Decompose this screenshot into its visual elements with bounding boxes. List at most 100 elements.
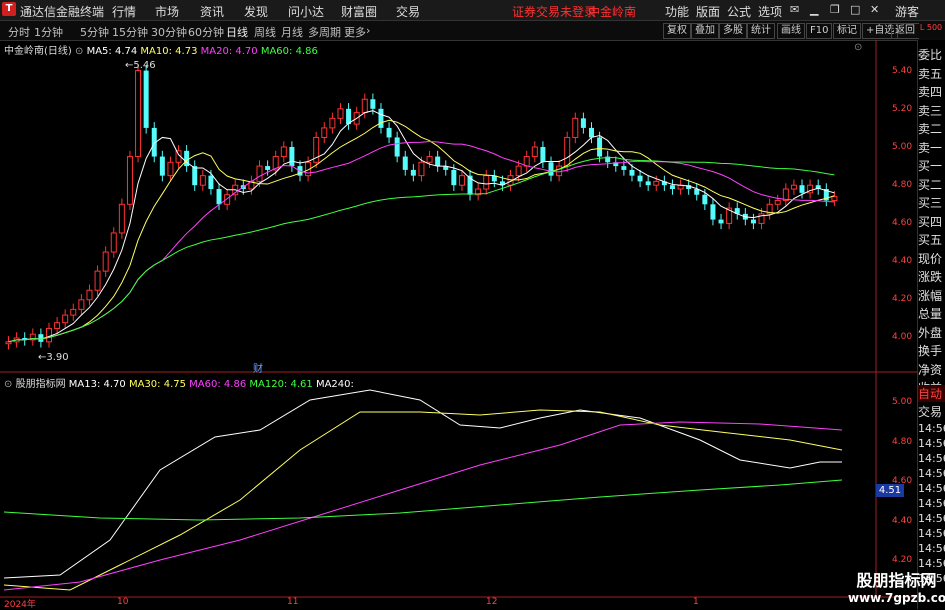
candle-body <box>410 169 416 176</box>
candle-body <box>280 146 287 158</box>
candle-body <box>78 299 85 310</box>
watermark: 股朋指标网 www.7gpzb.com <box>848 567 945 609</box>
quote-label-8: 买三 <box>918 196 943 210</box>
candle-body <box>426 156 433 163</box>
finance-marker[interactable]: 财 <box>253 360 263 375</box>
quote-label-10: 买五 <box>918 233 943 247</box>
candle-body <box>669 185 675 190</box>
candle-body <box>629 169 635 176</box>
candle-body <box>5 341 12 345</box>
candle-body <box>831 196 838 201</box>
date-dec: 12 <box>486 597 498 607</box>
candle-body <box>451 169 457 186</box>
candle-body <box>458 175 465 186</box>
candle-body <box>62 314 69 324</box>
candle-body <box>394 137 400 157</box>
chart-area[interactable] <box>0 0 945 609</box>
quote-label-15: 外盘 <box>918 325 943 340</box>
candle-body <box>402 156 408 170</box>
candle-body <box>38 334 44 342</box>
candlesticks <box>5 64 838 350</box>
y-tick-540: 5.40 <box>892 66 913 76</box>
candle-body <box>435 156 441 167</box>
high-price-label: ←5.46 <box>125 60 156 71</box>
candle-body <box>321 127 328 138</box>
expand-icon[interactable]: ⊙ <box>854 42 862 53</box>
candle-body <box>370 99 376 109</box>
trade-time-6: 14:56 <box>918 512 945 525</box>
candle-body <box>70 308 77 316</box>
candle-body <box>556 165 563 177</box>
trade-time-5: 14:56 <box>918 497 945 510</box>
candle-body <box>580 118 586 128</box>
quote-label-5: 卖一 <box>918 140 943 155</box>
candle-body <box>135 70 142 158</box>
quote-label-16: 换手 <box>918 344 943 358</box>
date-jan: 1 <box>693 597 699 607</box>
quote-label-0: 委比 <box>918 48 943 62</box>
candle-body <box>167 161 174 177</box>
candle-body <box>361 98 368 114</box>
candle-body <box>597 137 603 157</box>
date-2024: 2024年 <box>4 600 36 610</box>
candle-body <box>329 117 336 129</box>
trade-time-2: 14:56 <box>918 452 945 465</box>
quote-label-3: 卖三 <box>918 103 943 118</box>
quote-label-6: 买一 <box>918 159 943 173</box>
quote-label-2: 卖四 <box>918 85 943 99</box>
trade-time-0: 14:56 <box>918 422 945 435</box>
candle-body <box>86 289 93 301</box>
ma5-line <box>8 110 835 343</box>
candle-body <box>378 108 384 128</box>
sub-ma60-label: MA60: 4.86 <box>189 379 247 390</box>
quote-label-17: 净资 <box>918 362 943 377</box>
candle-body <box>216 189 222 205</box>
candle-body <box>564 136 571 167</box>
moving-average-lines <box>8 110 835 343</box>
y-tick-520: 5.20 <box>892 104 913 114</box>
sub-line-1 <box>3 409 843 591</box>
ma30-label: MA30: 4.75 <box>128 379 186 390</box>
candle-body <box>110 232 117 253</box>
sub-line-3 <box>3 479 843 521</box>
candle-body <box>256 165 263 182</box>
sub-chart-header: ⊙ 股朋指标网 MA13: 4.70 MA30: 4.75 MA60: 4.86… <box>4 375 354 390</box>
sub-y-tick-420: 4.20 <box>892 555 913 565</box>
candle-body <box>799 185 805 193</box>
candle-body <box>418 161 425 177</box>
candle-body <box>531 146 538 158</box>
candle-body <box>289 147 295 167</box>
candle-body <box>337 108 344 119</box>
low-price-label: ←3.90 <box>38 352 69 363</box>
candle-body <box>118 203 125 234</box>
candle-body <box>572 117 579 138</box>
scale-badge[interactable]: L 500 <box>918 24 944 38</box>
trade-time-3: 14:56 <box>918 467 945 480</box>
current-value-badge: 4.51 <box>876 484 904 497</box>
candle-body <box>54 322 61 329</box>
high-price-value: 5.46 <box>133 60 156 71</box>
candle-body <box>45 327 52 343</box>
y-tick-480: 4.80 <box>892 180 913 190</box>
quote-label-11: 现价 <box>918 251 943 266</box>
y-tick-460: 4.60 <box>892 218 913 228</box>
candle-body <box>515 165 522 177</box>
ma10-line <box>8 119 835 343</box>
sub-y-tick-480: 4.80 <box>892 437 913 447</box>
candle-body <box>159 156 165 176</box>
candle-body <box>645 181 651 186</box>
quote-label-1: 卖五 <box>918 66 943 81</box>
candle-body <box>790 184 797 190</box>
settings-icon[interactable]: ⊙ <box>75 46 83 57</box>
trade-time-1: 14:56 <box>918 437 945 450</box>
sub-line-2 <box>3 421 843 591</box>
trade-tab[interactable]: 交易 <box>918 403 945 420</box>
auto-tab[interactable]: 自动 <box>918 385 945 402</box>
candle-body <box>718 219 724 224</box>
sub-chart-title: 股朋指标网 <box>15 379 66 390</box>
main-chart-title: 中金岭南(日线) <box>4 46 72 57</box>
sub-settings-icon[interactable]: ⊙ <box>4 379 12 390</box>
candle-body <box>192 166 198 186</box>
date-oct: 10 <box>117 597 129 607</box>
sub-y-tick-500: 5.00 <box>892 397 913 407</box>
